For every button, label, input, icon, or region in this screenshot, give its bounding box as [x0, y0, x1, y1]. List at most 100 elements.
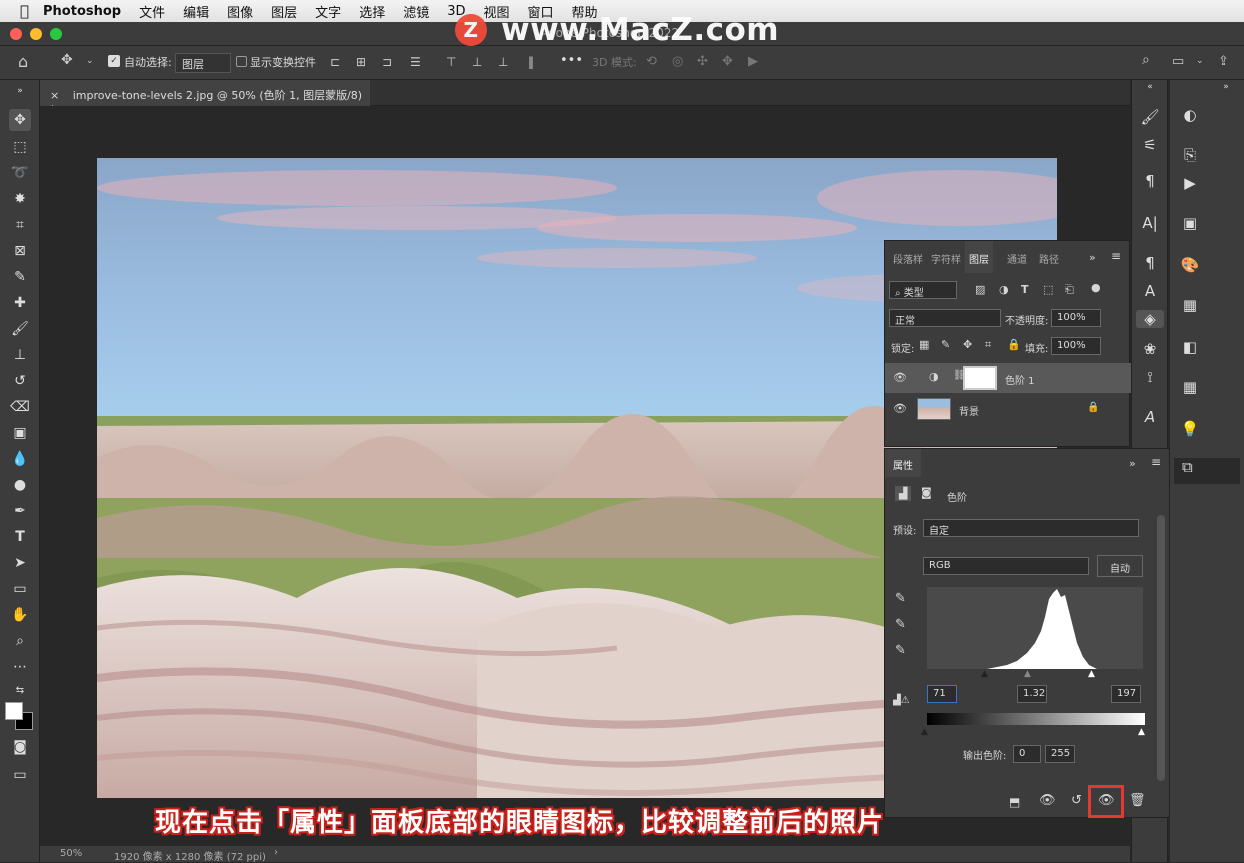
- foreground-color-swatch[interactable]: [5, 702, 23, 720]
- output-white-field[interactable]: 255: [1045, 745, 1075, 763]
- apple-logo-icon[interactable]: : [20, 2, 29, 20]
- menu-layer[interactable]: 图层: [271, 2, 297, 21]
- gradients-icon[interactable]: ◧: [1178, 338, 1202, 356]
- brush-settings-icon[interactable]: 🖌: [1138, 108, 1162, 126]
- move-tool-icon[interactable]: ✥: [61, 52, 73, 68]
- collapse-panel-icon[interactable]: »: [1129, 457, 1136, 470]
- history-brush-tool-icon[interactable]: ↺: [9, 370, 31, 392]
- black-point-eyedropper-icon[interactable]: ✎: [895, 591, 906, 606]
- learn-icon[interactable]: 💡: [1178, 420, 1202, 438]
- blur-tool-icon[interactable]: 💧: [9, 448, 31, 470]
- gradient-tool-icon[interactable]: ▣: [9, 422, 31, 444]
- marquee-tool-icon[interactable]: ⬚: [9, 136, 31, 158]
- 3d-roll-icon[interactable]: ◎: [672, 54, 683, 69]
- 3d-slide-icon[interactable]: ✥: [722, 54, 733, 69]
- eye-icon[interactable]: 👁: [893, 402, 907, 415]
- search-icon[interactable]: ⌕: [1142, 52, 1150, 68]
- output-black-field[interactable]: 0: [1013, 745, 1041, 763]
- menu-file[interactable]: 文件: [139, 2, 165, 21]
- reset-icon[interactable]: ↺: [1071, 793, 1082, 808]
- hand-tool-icon[interactable]: ✋: [9, 604, 31, 626]
- path-selection-tool-icon[interactable]: ➤: [9, 552, 31, 574]
- lock-all-icon[interactable]: 🔒: [1007, 338, 1021, 351]
- app-menu[interactable]: Photoshop: [43, 4, 121, 19]
- more-tools-icon[interactable]: ⋯: [9, 656, 31, 678]
- layer-name[interactable]: 色阶 1: [1005, 372, 1035, 387]
- paragraph-styles-icon[interactable]: ¶: [1138, 254, 1162, 272]
- lock-transparency-icon[interactable]: ▦: [919, 338, 929, 351]
- adjust-settings-icon[interactable]: ⚟: [1138, 136, 1162, 154]
- layer-row-background[interactable]: 👁 背景 🔒: [885, 394, 1131, 424]
- align-bottom-icon[interactable]: ⊥: [498, 55, 508, 69]
- opacity-input[interactable]: 100%: [1051, 309, 1101, 327]
- channels-icon[interactable]: ❀: [1138, 340, 1162, 358]
- output-white-slider[interactable]: ▲: [1138, 727, 1145, 737]
- align-left-icon[interactable]: ⊏: [330, 55, 340, 69]
- zoom-window-button[interactable]: [50, 28, 62, 40]
- menu-type[interactable]: 文字: [315, 2, 341, 21]
- distribute-vertical-icon[interactable]: ‖: [528, 55, 534, 69]
- 3d-camera-icon[interactable]: ▶: [748, 54, 758, 69]
- screen-mode-icon[interactable]: ▭: [9, 764, 31, 786]
- eyedropper-tool-icon[interactable]: ✎: [9, 266, 31, 288]
- lock-pixels-icon[interactable]: ✎: [941, 338, 950, 351]
- actions-icon[interactable]: ▶: [1178, 174, 1202, 192]
- paragraph-icon[interactable]: ¶: [1138, 172, 1162, 190]
- menu-select[interactable]: 选择: [359, 2, 385, 21]
- filter-shape-icon[interactable]: ⬚: [1043, 283, 1053, 296]
- layer-name[interactable]: 背景: [959, 403, 979, 418]
- show-transform-checkbox[interactable]: [236, 56, 247, 67]
- distribute-icon[interactable]: ☰: [410, 55, 421, 69]
- crop-tool-icon[interactable]: ⌗: [9, 214, 31, 236]
- expand-dock-icon[interactable]: »: [1214, 82, 1238, 92]
- tab-paths[interactable]: 路径: [1035, 241, 1063, 273]
- 3d-icon[interactable]: ⧉: [1174, 458, 1240, 484]
- input-white-slider[interactable]: ▲: [1088, 669, 1095, 679]
- patterns-icon[interactable]: ▦: [1178, 378, 1202, 396]
- document-tab[interactable]: × improve-tone-levels 2.jpg @ 50% (色阶 1,…: [40, 80, 370, 116]
- brush-tool-icon[interactable]: 🖌: [9, 318, 31, 340]
- collapse-toolbar-icon[interactable]: »: [9, 80, 31, 102]
- healing-brush-tool-icon[interactable]: ✚: [9, 292, 31, 314]
- swatches-icon[interactable]: ▦: [1178, 296, 1202, 314]
- adjustments-icon[interactable]: ◐: [1178, 106, 1202, 124]
- dodge-tool-icon[interactable]: ●: [9, 474, 31, 496]
- align-center-icon[interactable]: ⊞: [356, 55, 366, 69]
- type-tool-icon[interactable]: T: [9, 526, 31, 548]
- eye-icon[interactable]: 👁: [893, 371, 907, 384]
- minimize-window-button[interactable]: [30, 28, 42, 40]
- share-icon[interactable]: ⇪: [1218, 54, 1229, 69]
- tab-properties[interactable]: 属性: [885, 449, 921, 477]
- clipping-warning-icon[interactable]: ▟⚠: [893, 695, 910, 706]
- panel-menu-icon[interactable]: ≡: [1111, 249, 1121, 263]
- magic-wand-tool-icon[interactable]: ✸: [9, 188, 31, 210]
- frame-tool-icon[interactable]: ⊠: [9, 240, 31, 262]
- blend-mode-dropdown[interactable]: 正常: [889, 309, 1001, 327]
- 3d-orbit-icon[interactable]: ⟲: [646, 54, 657, 69]
- layer-mask-thumbnail[interactable]: [963, 366, 997, 390]
- fill-input[interactable]: 100%: [1051, 337, 1101, 355]
- glyphs-icon[interactable]: A: [1138, 408, 1162, 426]
- 3d-pan-icon[interactable]: ✣: [697, 54, 708, 69]
- white-point-eyedropper-icon[interactable]: ✎: [895, 643, 906, 658]
- collapse-panel-icon[interactable]: »: [1089, 251, 1096, 264]
- align-right-icon[interactable]: ⊐: [382, 55, 392, 69]
- chevron-down-icon[interactable]: ⌄: [86, 56, 94, 66]
- align-top-icon[interactable]: ⊤: [446, 55, 456, 69]
- tab-channels[interactable]: 通道: [1003, 241, 1031, 273]
- align-middle-icon[interactable]: ⊥: [472, 55, 482, 69]
- tab-paragraph-styles[interactable]: 段落样: [889, 241, 927, 273]
- color-icon[interactable]: 🎨: [1178, 256, 1202, 274]
- filter-adjustment-icon[interactable]: ◑: [999, 283, 1009, 296]
- tab-character-styles[interactable]: 字符样: [927, 241, 965, 273]
- pen-tool-icon[interactable]: ✒: [9, 500, 31, 522]
- gray-point-eyedropper-icon[interactable]: ✎: [895, 617, 906, 632]
- character-styles-icon[interactable]: A: [1138, 282, 1162, 300]
- output-black-slider[interactable]: ▲: [921, 727, 928, 737]
- home-icon[interactable]: ⌂: [18, 52, 28, 71]
- zoom-level[interactable]: 50%: [60, 848, 82, 859]
- clip-to-layer-icon[interactable]: ⬒: [1009, 795, 1020, 809]
- clone-stamp-tool-icon[interactable]: ⊥: [9, 344, 31, 366]
- lock-artboard-icon[interactable]: ⌗: [985, 338, 991, 352]
- view-previous-state-icon[interactable]: 👁: [1039, 793, 1056, 808]
